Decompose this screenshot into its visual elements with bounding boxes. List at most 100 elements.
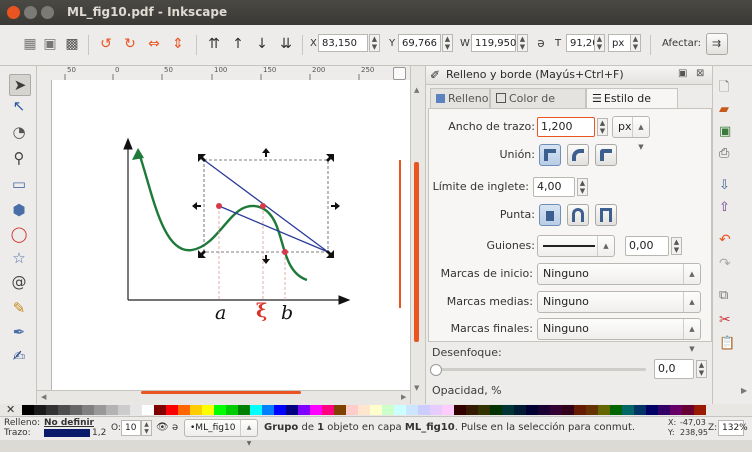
join-bevel-button[interactable] (595, 144, 617, 166)
color-swatch[interactable] (34, 405, 46, 415)
color-swatch[interactable] (526, 405, 538, 415)
color-swatch[interactable] (466, 405, 478, 415)
color-swatch[interactable] (154, 405, 166, 415)
layer-visibility-icon[interactable]: 👁 (156, 422, 169, 433)
tweak-tool-icon[interactable]: ◔ (9, 122, 29, 142)
raise-icon[interactable]: ↑ (230, 36, 246, 52)
color-swatch[interactable] (70, 405, 82, 415)
close-window-button[interactable] (7, 6, 20, 19)
hscroll-thumb[interactable] (141, 391, 301, 394)
stroke-width-input[interactable]: 1,200 (537, 117, 595, 137)
lower-icon[interactable]: ↓ (254, 36, 270, 52)
pencil-tool-icon[interactable]: ✎ (9, 298, 29, 318)
commands-scroll-right-icon[interactable]: ▶ (741, 386, 747, 395)
new-document-icon[interactable]: 🗋 (719, 78, 729, 100)
dash-offset-input[interactable]: 0,00 (625, 236, 669, 256)
vertical-scrollbar[interactable]: ▲ ▼ (410, 66, 425, 404)
color-swatch[interactable] (334, 405, 346, 415)
color-swatch[interactable] (142, 405, 154, 415)
color-swatch[interactable] (430, 405, 442, 415)
panel-minimize-icon[interactable]: ▣ (678, 68, 687, 79)
color-swatch[interactable] (610, 405, 622, 415)
color-swatch[interactable] (670, 405, 682, 415)
scroll-up-icon[interactable]: ▲ (414, 86, 419, 94)
snap-toggle-icon[interactable] (393, 67, 406, 80)
color-swatch[interactable] (22, 405, 34, 415)
dash-pattern-select[interactable]: ▲▼ (537, 235, 615, 270)
scroll-down-icon[interactable]: ▼ (414, 384, 419, 392)
color-swatch[interactable] (586, 405, 598, 415)
flip-vertical-icon[interactable]: ⇕ (170, 36, 186, 52)
color-swatch[interactable] (562, 405, 574, 415)
import-icon[interactable]: ⇩ (719, 178, 730, 193)
horizontal-scrollbar[interactable]: ◀ ▶ (37, 390, 410, 405)
ellipse-tool-icon[interactable]: ◯ (9, 224, 29, 244)
tab-stroke-style[interactable]: ☰Estilo de trazo (586, 88, 678, 125)
opacity-status-spin[interactable]: ▲ ▼ (141, 420, 152, 436)
scroll-right-icon[interactable]: ▶ (401, 393, 406, 401)
rotate-ccw-icon[interactable]: ↺ (98, 36, 114, 52)
stroke-unit-select[interactable]: px ▲ ▼ (612, 116, 650, 151)
color-swatch[interactable] (634, 405, 646, 415)
color-swatch[interactable] (46, 405, 58, 415)
color-swatch[interactable] (514, 405, 526, 415)
panel-close-icon[interactable]: ⊠ (696, 68, 704, 79)
x-input[interactable]: 83,150 (318, 34, 368, 52)
color-swatch[interactable] (214, 405, 226, 415)
maximize-window-button[interactable] (41, 6, 54, 19)
node-tool-icon[interactable]: ↖ (9, 96, 29, 116)
color-palette[interactable]: ✕ (0, 404, 752, 416)
color-swatch[interactable] (394, 405, 406, 415)
color-swatch[interactable] (82, 405, 94, 415)
color-swatch[interactable] (574, 405, 586, 415)
color-swatch[interactable] (106, 405, 118, 415)
color-swatch[interactable] (262, 405, 274, 415)
color-swatch[interactable] (454, 405, 466, 415)
zoom-tool-icon[interactable]: ⚲ (9, 148, 29, 168)
color-swatch[interactable] (406, 405, 418, 415)
miter-limit-spin[interactable]: ▲ ▼ (577, 178, 588, 196)
tab-stroke-paint[interactable]: Color de trazo (490, 88, 586, 125)
3d-box-tool-icon[interactable]: ⬢ (9, 200, 29, 220)
color-swatch[interactable] (358, 405, 370, 415)
color-swatch[interactable] (178, 405, 190, 415)
color-swatch[interactable] (694, 405, 706, 415)
miter-limit-input[interactable]: 4,00 (533, 177, 575, 197)
join-round-button[interactable] (567, 144, 589, 166)
drawing-canvas[interactable]: a ξ b (52, 80, 410, 390)
color-swatch[interactable] (382, 405, 394, 415)
tab-fill[interactable]: Relleno (430, 88, 490, 108)
color-swatch[interactable] (346, 405, 358, 415)
rectangle-tool-icon[interactable]: ▭ (9, 174, 29, 194)
y-input[interactable]: 69,766 (398, 34, 441, 52)
blur-slider[interactable] (430, 364, 646, 376)
w-input[interactable]: 119,950 (471, 34, 516, 52)
color-swatch[interactable] (202, 405, 214, 415)
w-spin[interactable]: ▲ ▼ (517, 34, 528, 52)
stroke-indicator[interactable] (44, 429, 90, 437)
export-icon[interactable]: ⇧ (719, 200, 730, 215)
color-swatch[interactable] (418, 405, 430, 415)
color-swatch[interactable] (238, 405, 250, 415)
open-document-icon[interactable]: ▰ (719, 102, 729, 117)
fill-indicator[interactable]: No definir (44, 418, 94, 428)
color-swatch[interactable] (250, 405, 262, 415)
h-spin[interactable]: ▲ ▼ (594, 34, 605, 52)
star-tool-icon[interactable]: ☆ (9, 248, 29, 268)
join-miter-button[interactable] (539, 144, 561, 166)
color-swatch[interactable] (502, 405, 514, 415)
undo-icon[interactable]: ↶ (719, 232, 731, 248)
calligraphy-tool-icon[interactable]: ✍ (9, 346, 29, 366)
raise-to-top-icon[interactable]: ⇈ (206, 36, 222, 52)
layer-select[interactable]: •ML_fig10 ▲ ▼ (184, 419, 258, 447)
scroll-thumb[interactable] (414, 162, 419, 342)
cap-butt-button[interactable] (539, 204, 561, 226)
blur-slider-knob[interactable] (430, 364, 442, 376)
save-document-icon[interactable]: ▣ (719, 124, 731, 139)
start-marker-select[interactable]: Ninguno▲▼ (537, 263, 701, 298)
y-spin[interactable]: ▲ ▼ (442, 34, 453, 52)
zoom-input[interactable]: 132% (718, 420, 748, 436)
minimize-window-button[interactable] (24, 6, 37, 19)
color-swatch[interactable] (118, 405, 130, 415)
mid-marker-select[interactable]: Ninguno▲▼ (537, 291, 701, 326)
